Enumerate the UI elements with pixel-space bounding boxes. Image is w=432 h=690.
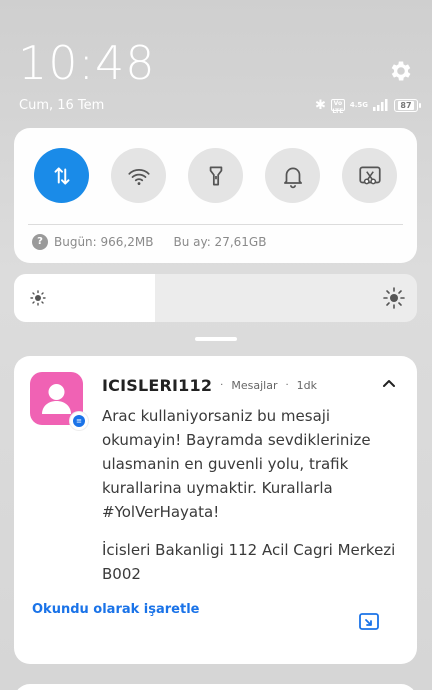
- battery-level: 87: [398, 100, 414, 110]
- picture-in-picture-icon[interactable]: [358, 611, 380, 633]
- message-paragraph: Arac kullaniyorsaniz bu mesaji okumayin!…: [102, 407, 371, 521]
- divider: [28, 224, 403, 225]
- signal-icon: [373, 99, 388, 111]
- brightness-slider[interactable]: [14, 274, 417, 322]
- sender-name: ICISLERI112: [102, 376, 213, 395]
- battery-icon: 87: [394, 98, 421, 112]
- mark-as-read-button[interactable]: Okundu olarak işaretle: [32, 602, 200, 617]
- message-paragraph: İcisleri Bakanligi 112 Acil Cagri Merkez…: [102, 541, 396, 583]
- clock-time: 10:48: [18, 36, 156, 90]
- data-usage-row: ? Bugün: 966,2MB Bu ay: 27,61GB: [32, 234, 266, 250]
- quick-settings-panel: ? Bugün: 966,2MB Bu ay: 27,61GB: [14, 128, 417, 263]
- toggle-sound[interactable]: [265, 148, 320, 203]
- separator-dot: ·: [285, 380, 289, 391]
- brightness-high-icon: [383, 287, 405, 309]
- gear-icon[interactable]: [388, 58, 414, 84]
- app-name: Mesajlar: [231, 379, 278, 392]
- data-transfer-icon: [54, 166, 69, 185]
- notification-age: 1dk: [296, 379, 318, 392]
- date-label: Cum, 16 Tem: [19, 98, 105, 113]
- separator-dot: ·: [220, 380, 224, 391]
- quick-toggles: [34, 148, 397, 203]
- network-type: 4.5G: [349, 100, 368, 109]
- toggle-wifi[interactable]: [111, 148, 166, 203]
- flashlight-icon: [209, 165, 222, 186]
- wifi-icon: [127, 168, 150, 185]
- chevron-up-icon[interactable]: [381, 376, 397, 392]
- toggle-screenshot[interactable]: [342, 148, 397, 203]
- bluetooth-icon: ✱: [314, 97, 326, 113]
- toggle-mobile-data[interactable]: [34, 148, 89, 203]
- messages-badge-icon: ≡: [70, 412, 88, 430]
- data-usage-month: Bu ay: 27,61GB: [173, 235, 267, 249]
- data-usage-today: Bugün: 966,2MB: [54, 235, 154, 249]
- screenshot-icon: [358, 165, 381, 184]
- help-icon[interactable]: ?: [32, 234, 48, 250]
- drag-handle[interactable]: [195, 337, 237, 341]
- sms-notification-card[interactable]: ≡ ICISLERI112 · Mesajlar · 1dk Arac kull…: [14, 356, 417, 664]
- message-body: Arac kullaniyorsaniz bu mesaji okumayin!…: [102, 404, 407, 600]
- toggle-flashlight[interactable]: [188, 148, 243, 203]
- notification-header: ICISLERI112 · Mesajlar · 1dk: [102, 376, 317, 395]
- bell-icon: [283, 167, 302, 188]
- next-notification-edge: [14, 684, 417, 690]
- volte-icon: Vo LTE: [330, 99, 345, 115]
- brightness-low-icon: [30, 290, 46, 306]
- status-icons: ✱ Vo LTE 4.5G 87: [314, 97, 421, 115]
